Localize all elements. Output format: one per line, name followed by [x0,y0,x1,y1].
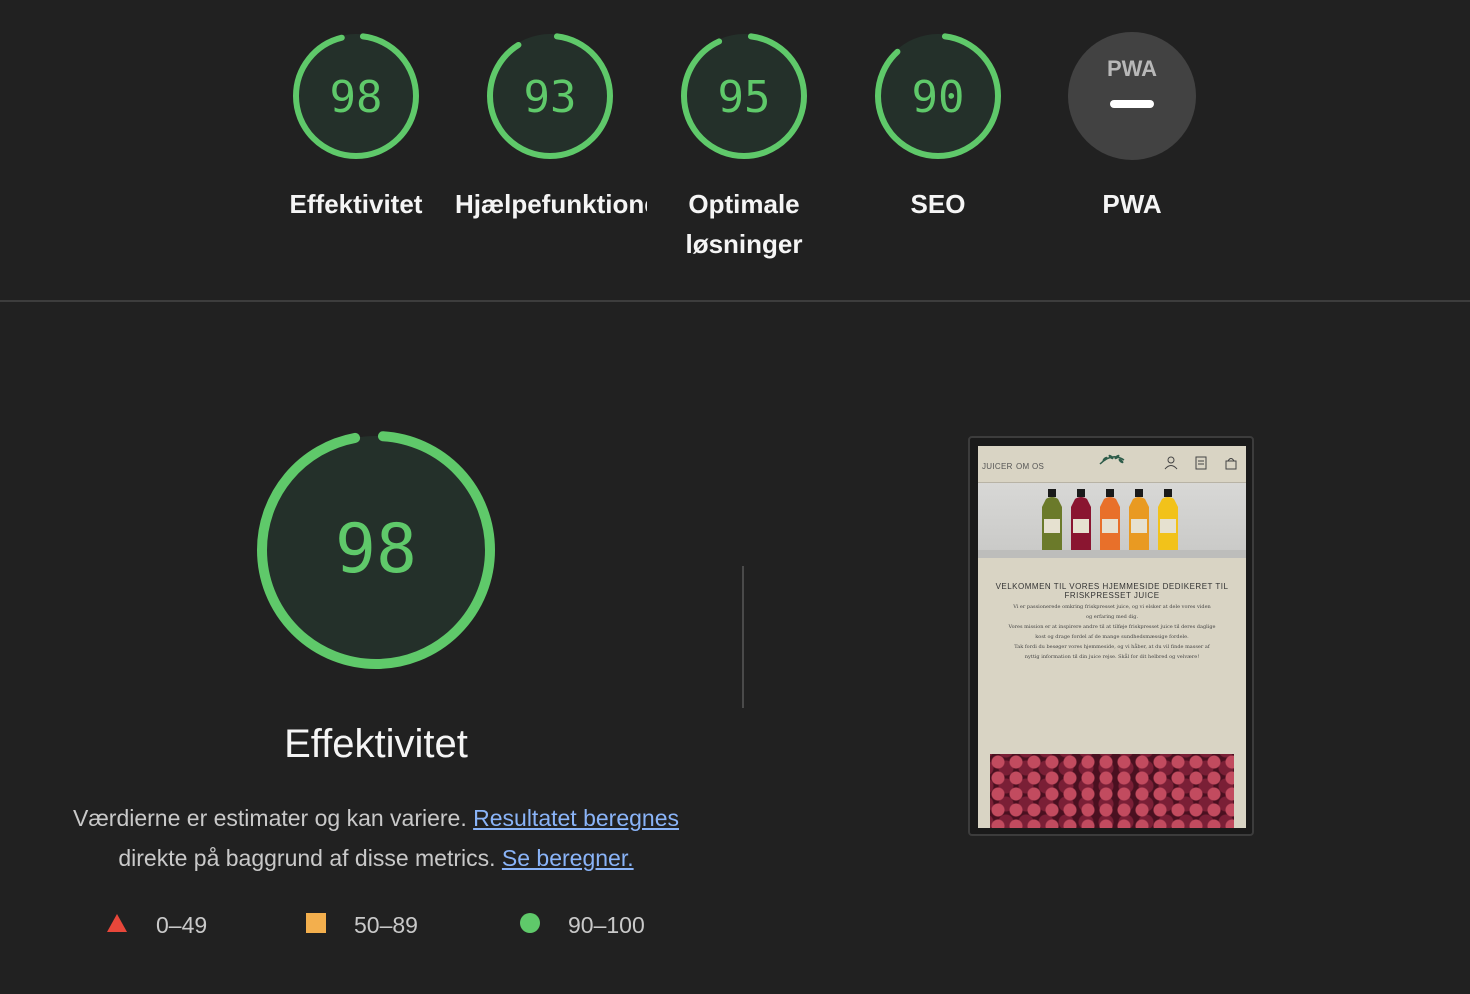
gauge-effektivitet[interactable]: 98 Effektivitet [259,30,453,224]
legend-fail: 0–49 [106,912,207,939]
legend-range: 50–89 [354,912,418,938]
pwa-icon: PWA [1107,56,1157,81]
body-line: kost og drage fordel af de mange sundhed… [1035,634,1189,640]
pwa-badge: PWA [1068,32,1196,160]
user-icon [1164,456,1178,470]
receipt-icon [1195,456,1207,470]
score-ring: 98 [293,33,419,159]
triangle-icon [106,912,128,939]
site-nav: JUICER OM OS [978,446,1246,483]
legend-range: 0–49 [156,912,208,938]
bottle-red [1071,489,1091,553]
gauge-label: SEO [910,189,966,219]
bottle-amber [1129,489,1149,553]
bottle-green [1042,489,1062,553]
nav-link-juicer: JUICER [982,462,1013,471]
body-line: nyttig information til din juice rejse. … [1024,654,1200,660]
apples-image [990,754,1234,828]
results-calculated-link[interactable]: Resultatet beregnes [473,805,679,831]
bottle-orange [1100,489,1120,553]
description-text: Værdierne er estimater og kan variere. [73,805,467,831]
gauge-label: Hjælpefunktioner [455,189,647,219]
nav-link-om-os: OM OS [1016,462,1045,471]
gauge-pwa[interactable]: PWA PWA [1035,30,1229,224]
leaf-logo-icon [1099,454,1125,465]
category-gauges: 98 Effektivitet 93 Hjælpefunktioner 95 O… [0,30,1470,270]
gauge-label: Optimale løsninger [685,189,803,259]
dash-icon [1110,100,1154,108]
body-line: Vi er passionerede omkring friskpresset … [1013,604,1211,610]
section-divider [0,300,1470,302]
page-screenshot-frame[interactable]: JUICER OM OS VELKOMMEN TIL VORES HJEMMES… [968,436,1254,836]
shelf [978,550,1246,558]
legend-range: 90–100 [568,912,645,938]
legend-pass: 90–100 [520,912,645,939]
circle-icon [520,912,540,939]
score-value: 98 [330,72,383,123]
focused-category-title: Effektivitet [284,722,468,766]
body-line: Vores mission er at inspirere andre til … [1008,624,1216,630]
score-ring: 93 [487,33,613,159]
site-body-text: Vi er passionerede omkring friskpresset … [992,602,1232,662]
score-ring: 95 [681,33,807,159]
juice-bottles-image [978,483,1246,557]
bottle-yellow [1158,489,1178,553]
description-text: direkte på baggrund af disse metrics. [118,845,496,871]
page-screenshot: JUICER OM OS VELKOMMEN TIL VORES HJEMMES… [978,446,1246,828]
body-line: Tak fordi du besøger vores hjemmeside, o… [1014,644,1210,650]
focused-score-value: 98 [335,510,417,589]
gauge-seo[interactable]: 90 SEO [841,30,1035,224]
see-calculator-link[interactable]: Se beregner. [502,845,634,871]
score-value: 90 [912,72,965,123]
site-heading: VELKOMMEN TIL VORES HJEMMESIDE DEDIKERET… [995,582,1229,600]
legend-average: 50–89 [306,912,418,939]
score-ring: 90 [875,33,1001,159]
score-description: Værdierne er estimater og kan variere. R… [40,798,712,878]
square-icon [306,912,326,939]
gauge-label: Effektivitet [289,189,423,219]
focused-score-gauge: 98 [257,431,495,669]
vertical-divider [742,566,744,708]
score-value: 93 [524,72,577,123]
gauge-hjaelpefunktioner[interactable]: 93 Hjælpefunktioner [453,30,647,224]
gauge-optimale-losninger[interactable]: 95 Optimale løsninger [647,30,841,264]
shopping-bag-icon [1225,458,1237,470]
score-value: 95 [718,72,771,123]
body-line: og erfaring med dig. [1085,614,1139,620]
gauge-label: PWA [1102,189,1162,219]
